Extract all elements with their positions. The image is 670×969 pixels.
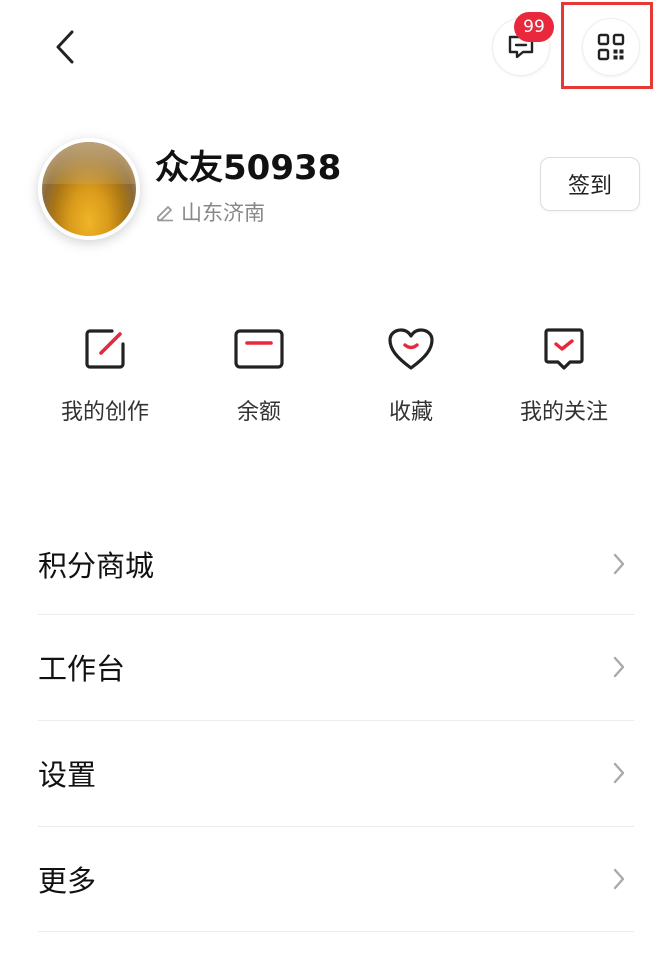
quick-action-label: 我的关注 [519, 400, 608, 425]
wallet-card-icon [234, 329, 284, 369]
menu-item-more[interactable]: 更多 [38, 827, 634, 931]
chevron-right-icon [612, 655, 626, 679]
sign-in-button[interactable]: 签到 [540, 157, 640, 211]
menu-item-points-mall[interactable]: 积分商城 [38, 512, 634, 616]
message-badge: 99 [514, 12, 554, 42]
quick-action-balance[interactable]: 余额 [184, 322, 334, 426]
heart-icon [388, 328, 434, 370]
username: 众友50938 [155, 148, 342, 188]
quick-action-label: 余额 [236, 400, 281, 425]
quick-action-favorites[interactable]: 收藏 [336, 322, 486, 426]
qr-code-button[interactable] [582, 18, 640, 76]
location-text: 山东济南 [181, 201, 265, 225]
menu-item-workbench[interactable]: 工作台 [38, 615, 634, 719]
quick-action-label: 收藏 [388, 400, 433, 425]
chevron-right-icon [612, 552, 626, 576]
pencil-icon [157, 206, 173, 222]
menu-item-label: 更多 [38, 864, 97, 898]
quick-action-my-creations[interactable]: 我的创作 [30, 322, 180, 426]
edit-square-icon [85, 329, 125, 369]
chevron-left-icon [56, 30, 74, 64]
quick-action-my-follows[interactable]: 我的关注 [489, 322, 639, 426]
quick-action-label: 我的创作 [60, 400, 149, 425]
qr-code-icon [597, 33, 625, 61]
location[interactable]: 山东济南 [155, 197, 265, 227]
back-button[interactable] [40, 20, 90, 74]
chevron-right-icon [612, 761, 626, 785]
avatar[interactable] [38, 138, 140, 240]
menu-item-label: 积分商城 [38, 549, 155, 583]
menu-item-label: 设置 [38, 758, 97, 792]
chevron-right-icon [612, 867, 626, 891]
menu-item-settings[interactable]: 设置 [38, 721, 634, 825]
follow-flag-icon [544, 328, 584, 370]
menu-item-label: 工作台 [38, 652, 126, 686]
divider [38, 931, 634, 932]
